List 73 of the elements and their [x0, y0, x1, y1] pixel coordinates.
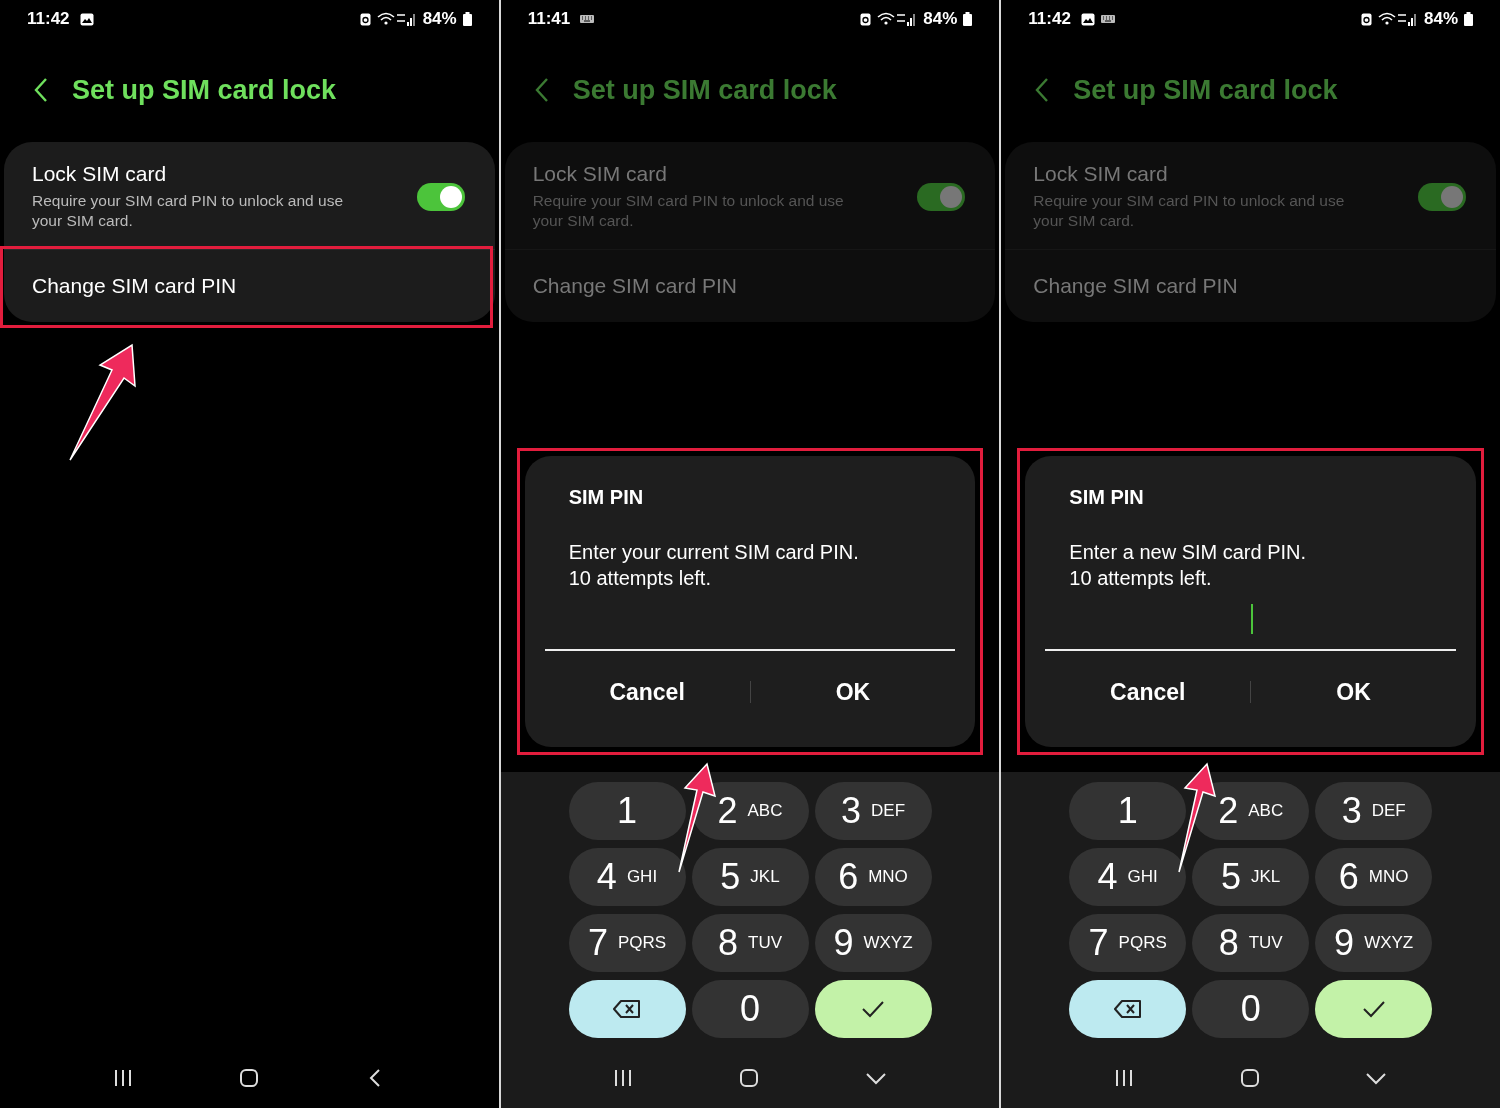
dialog-title: SIM PIN — [1068, 486, 1145, 509]
keypad-key[interactable]: 8 TUV — [691, 914, 809, 972]
dialog-button[interactable]: Cancel — [544, 668, 750, 716]
keypad-key[interactable]: 6 MNO — [1315, 848, 1433, 906]
keypad-key[interactable]: 0 — [1192, 980, 1310, 1038]
page-title: Set up SIM card lock — [72, 74, 337, 106]
settings-item[interactable]: Change SIM card PIN — [1005, 249, 1496, 323]
dialog-button[interactable]: OK — [1251, 668, 1457, 716]
checkmark-icon — [861, 1000, 885, 1018]
toggle-switch[interactable] — [1418, 182, 1466, 211]
status-time: 11:42 — [27, 9, 70, 29]
battery-saver-icon — [860, 12, 872, 26]
battery-icon — [963, 12, 973, 26]
wifi-signal-icon — [376, 11, 417, 27]
battery-percentage: 84% — [1424, 9, 1458, 29]
settings-item[interactable]: Lock SIM card Require your SIM card PIN to unlock and use your SIM card. — [4, 142, 495, 250]
backspace-key[interactable] — [1069, 980, 1187, 1038]
battery-percentage: 84% — [422, 9, 457, 29]
keypad-key[interactable]: 1 — [1069, 782, 1187, 840]
checkmark-icon — [1361, 1000, 1386, 1018]
keypad-key[interactable]: 5 JKL — [1192, 848, 1310, 906]
settings-item[interactable]: Lock SIM card Require your SIM card PIN to unlock and use your SIM card. — [504, 142, 996, 250]
page-title: Set up SIM card lock — [1073, 74, 1338, 106]
keypad-key[interactable]: 7 PQRS — [568, 914, 686, 972]
dialog-message: Enter a new SIM card PIN. 10 attempts left. — [1068, 540, 1308, 591]
backspace-icon — [1113, 999, 1142, 1019]
toggle-switch[interactable] — [416, 182, 465, 211]
back-icon[interactable] — [34, 77, 48, 103]
dialog-message: Enter your current SIM card PIN. 10 attempts left. — [567, 540, 860, 591]
keyboard-icon — [580, 15, 595, 23]
recent-apps-icon[interactable] — [113, 1068, 134, 1088]
page-title: Set up SIM card lock — [572, 74, 837, 106]
keypad-key[interactable]: 9 WXYZ — [1315, 914, 1433, 972]
keypad-key[interactable]: 2 ABC — [1192, 782, 1310, 840]
dialog-button[interactable]: OK — [750, 668, 956, 716]
settings-item[interactable]: Change SIM card PIN — [4, 249, 495, 323]
keypad-key[interactable]: 7 PQRS — [1069, 914, 1187, 972]
home-icon[interactable] — [1239, 1068, 1260, 1088]
done-key[interactable] — [1315, 980, 1433, 1038]
keypad-key[interactable]: 1 — [568, 782, 686, 840]
battery-percentage: 84% — [923, 9, 958, 29]
keypad-key[interactable]: 3 DEF — [1315, 782, 1433, 840]
home-icon[interactable] — [739, 1068, 759, 1088]
battery-saver-icon — [359, 12, 371, 26]
keypad-key[interactable]: 4 GHI — [568, 848, 686, 906]
battery-icon — [462, 12, 472, 26]
wifi-signal-icon — [1378, 11, 1418, 27]
wifi-signal-icon — [877, 11, 918, 27]
toggle-switch[interactable] — [917, 182, 966, 211]
keypad-key[interactable]: 5 JKL — [691, 848, 809, 906]
battery-icon — [1464, 12, 1473, 26]
settings-item[interactable]: Change SIM card PIN — [504, 249, 996, 323]
recent-apps-icon[interactable] — [1114, 1068, 1135, 1088]
keypad-key[interactable]: 3 DEF — [814, 782, 932, 840]
keyboard-icon — [1100, 15, 1115, 23]
recent-apps-icon[interactable] — [613, 1068, 634, 1088]
keypad-key[interactable]: 0 — [691, 980, 809, 1038]
status-time: 11:42 — [1028, 9, 1071, 29]
backspace-key[interactable] — [568, 980, 686, 1038]
keypad-key[interactable]: 4 GHI — [1069, 848, 1187, 906]
done-key[interactable] — [814, 980, 932, 1038]
dialog-button[interactable]: Cancel — [1045, 668, 1251, 716]
keypad-key[interactable]: 9 WXYZ — [814, 914, 932, 972]
battery-saver-icon — [1361, 12, 1372, 26]
status-time: 11:41 — [527, 9, 571, 29]
image-icon — [1080, 12, 1095, 26]
image-icon — [79, 12, 94, 26]
dialog-title: SIM PIN — [567, 486, 645, 509]
backspace-icon — [613, 999, 641, 1019]
keypad-key[interactable]: 8 TUV — [1192, 914, 1310, 972]
keypad-key[interactable]: 6 MNO — [814, 848, 932, 906]
settings-item[interactable]: Lock SIM card Require your SIM card PIN to unlock and use your SIM card. — [1005, 142, 1496, 250]
home-icon[interactable] — [239, 1068, 260, 1088]
